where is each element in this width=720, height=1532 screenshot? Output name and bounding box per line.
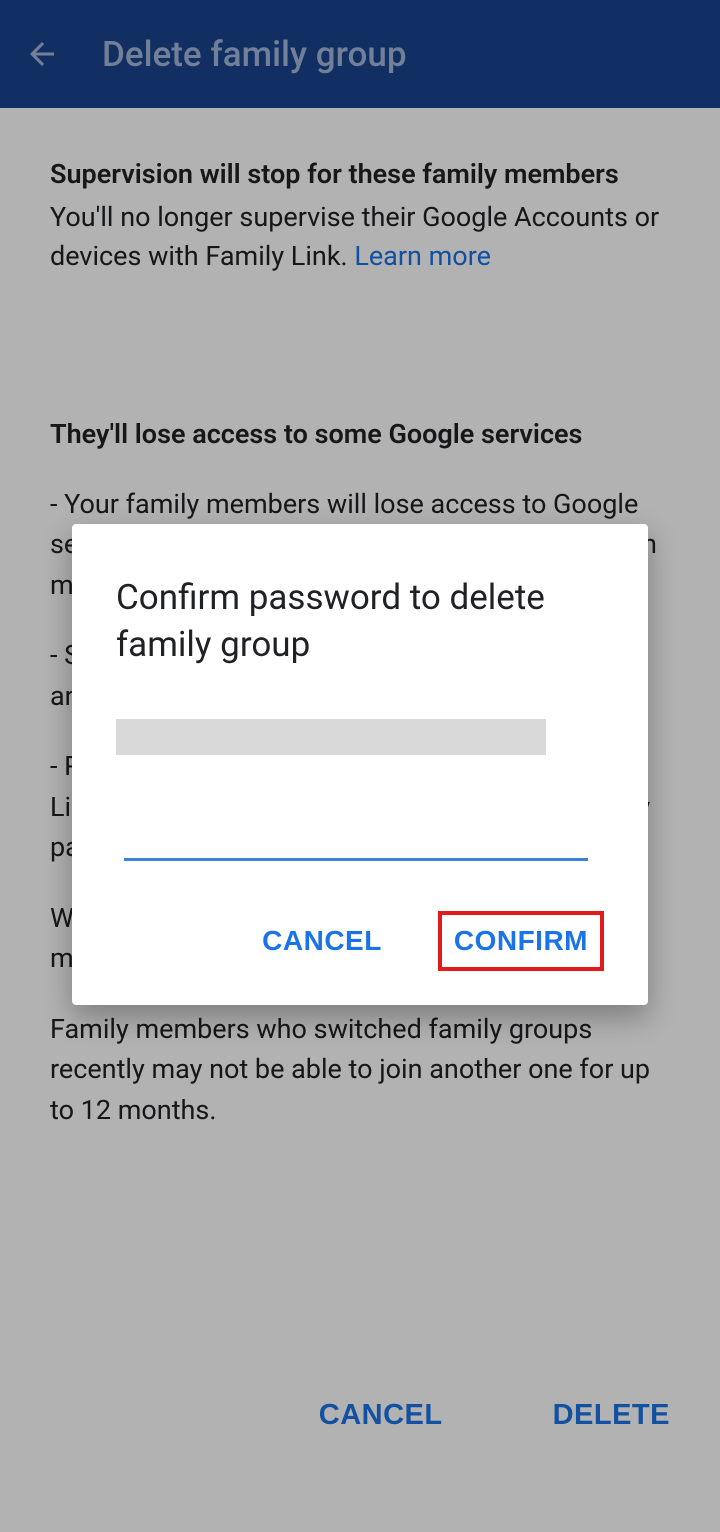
password-input[interactable] (124, 815, 588, 861)
email-redacted-box (116, 719, 546, 755)
dialog-cancel-button[interactable]: CANCEL (246, 911, 398, 971)
dialog-title: Confirm password to delete family group (116, 574, 604, 669)
dialog-confirm-button[interactable]: CONFIRM (438, 911, 604, 971)
confirm-password-dialog: Confirm password to delete family group … (72, 524, 648, 1005)
dialog-actions: CANCEL CONFIRM (116, 911, 604, 971)
